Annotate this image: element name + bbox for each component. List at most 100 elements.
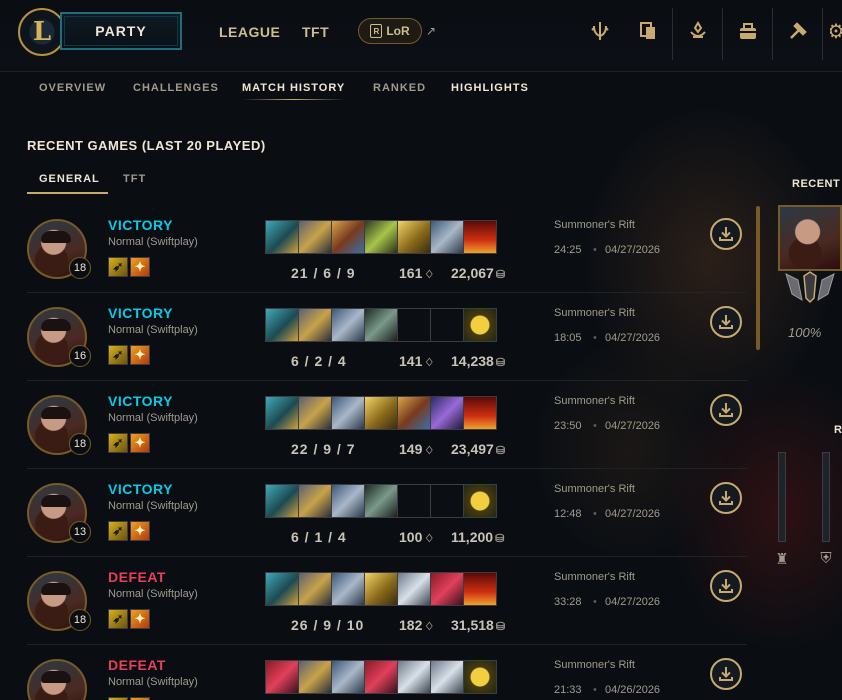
item-slot[interactable]	[364, 220, 398, 254]
separator-dot: •	[593, 332, 597, 344]
gold-value: 14,238	[451, 353, 494, 369]
item-slot[interactable]	[430, 308, 464, 342]
minion-icon: ♢	[424, 445, 435, 457]
crafting-icon[interactable]	[785, 18, 811, 44]
item-slot[interactable]	[397, 396, 431, 430]
item-slot[interactable]	[430, 660, 464, 694]
item-slot[interactable]	[364, 308, 398, 342]
download-replay-button[interactable]	[710, 394, 742, 426]
item-slot[interactable]	[397, 660, 431, 694]
profile-subnav: OVERVIEW CHALLENGES MATCH HISTORY RANKED…	[0, 72, 842, 108]
game-date: 04/27/2026	[605, 596, 661, 608]
nav-divider	[672, 8, 673, 60]
item-slot[interactable]	[463, 660, 497, 694]
game-date: 04/27/2026	[605, 332, 661, 344]
item-slot[interactable]	[331, 396, 365, 430]
match-row[interactable]: 13 VICTORY Normal (Swiftplay) ➶ ✦ 6 / 1 …	[27, 469, 747, 557]
item-slot[interactable]	[463, 572, 497, 606]
match-row[interactable]: 18 DEFEAT Normal (Swiftplay) ➶ ✦ 26 / 9 …	[27, 557, 747, 645]
download-replay-button[interactable]	[710, 218, 742, 250]
item-slot[interactable]	[397, 308, 431, 342]
download-replay-button[interactable]	[710, 482, 742, 514]
ghost-spell-icon: ➶	[108, 521, 128, 541]
item-slot[interactable]	[298, 572, 332, 606]
item-slot[interactable]	[331, 660, 365, 694]
match-result: VICTORY	[108, 217, 173, 233]
collection-icon[interactable]	[635, 18, 661, 44]
settings-icon[interactable]: ⚙	[830, 18, 842, 44]
item-slot[interactable]	[331, 308, 365, 342]
tft-icon[interactable]	[587, 18, 613, 44]
item-slot[interactable]	[265, 484, 299, 518]
loot-icon[interactable]	[685, 18, 711, 44]
item-slot[interactable]	[430, 572, 464, 606]
scrollbar-thumb[interactable]	[756, 206, 760, 350]
minion-icon: ♢	[424, 533, 435, 545]
match-row[interactable]: 18 VICTORY Normal (Swiftplay) ➶ ✦ 21 / 6…	[27, 205, 747, 293]
summoner-spells: ➶ ✦	[108, 257, 150, 277]
champion-portrait	[778, 205, 842, 271]
tab-challenges[interactable]: CHALLENGES	[133, 82, 219, 94]
item-slot[interactable]	[265, 308, 299, 342]
tab-overview[interactable]: OVERVIEW	[39, 82, 106, 94]
download-replay-button[interactable]	[710, 306, 742, 338]
gold-coin-icon: ⛁	[495, 269, 506, 281]
ghost-spell-icon: ➶	[108, 609, 128, 629]
kda: 6 / 1 / 4	[291, 529, 347, 545]
nav-league[interactable]: LEAGUE	[219, 24, 280, 40]
item-slot[interactable]	[463, 220, 497, 254]
item-slot[interactable]	[265, 220, 299, 254]
summoner-spells: ➶ ✦	[108, 345, 150, 365]
item-slot[interactable]	[298, 396, 332, 430]
summoner-spells: ➶ ✦	[108, 521, 150, 541]
item-slot[interactable]	[430, 484, 464, 518]
item-slot[interactable]	[298, 484, 332, 518]
store-icon[interactable]	[735, 18, 761, 44]
item-slot[interactable]	[298, 220, 332, 254]
match-row[interactable]: DEFEAT Normal (Swiftplay) ➶ ✦ Summoner's…	[27, 645, 747, 700]
party-button[interactable]: PARTY	[60, 12, 182, 50]
item-slot[interactable]	[430, 220, 464, 254]
item-slot[interactable]	[298, 308, 332, 342]
item-slot[interactable]	[265, 396, 299, 430]
item-build	[265, 220, 497, 254]
item-slot[interactable]	[463, 396, 497, 430]
league-logo-icon[interactable]: L	[18, 8, 66, 56]
item-slot[interactable]	[430, 396, 464, 430]
tab-general[interactable]: GENERAL	[39, 173, 100, 185]
minion-icon: ♢	[424, 357, 435, 369]
item-slot[interactable]	[265, 660, 299, 694]
item-slot[interactable]	[364, 572, 398, 606]
nav-lor-button[interactable]: R LoR	[358, 18, 422, 44]
match-row[interactable]: 16 VICTORY Normal (Swiftplay) ➶ ✦ 6 / 2 …	[27, 293, 747, 381]
match-row[interactable]: 18 VICTORY Normal (Swiftplay) ➶ ✦ 22 / 9…	[27, 381, 747, 469]
map-name: Summoner's Rift	[554, 659, 635, 671]
item-slot[interactable]	[364, 660, 398, 694]
champion-portrait[interactable]	[27, 659, 87, 700]
champion-level-badge: 18	[69, 433, 91, 455]
game-duration: 18:05	[554, 332, 582, 344]
gold-value: 11,200	[451, 529, 494, 545]
item-slot[interactable]	[397, 220, 431, 254]
tab-ranked[interactable]: RANKED	[373, 82, 426, 94]
top-role-icon: ♜	[775, 551, 789, 568]
item-slot[interactable]	[397, 484, 431, 518]
item-slot[interactable]	[463, 484, 497, 518]
download-replay-button[interactable]	[710, 658, 742, 690]
tab-match-history[interactable]: MATCH HISTORY	[242, 82, 346, 100]
item-slot[interactable]	[298, 660, 332, 694]
tab-highlights[interactable]: HIGHLIGHTS	[451, 82, 529, 94]
nav-tft[interactable]: TFT	[302, 24, 329, 40]
top-navigation: L PARTY LEAGUE TFT R LoR ↗ ⚙	[0, 0, 842, 72]
item-slot[interactable]	[331, 484, 365, 518]
tab-tft-games[interactable]: TFT	[123, 173, 146, 185]
item-slot[interactable]	[331, 572, 365, 606]
item-slot[interactable]	[463, 308, 497, 342]
item-slot[interactable]	[364, 484, 398, 518]
item-slot[interactable]	[397, 572, 431, 606]
item-slot[interactable]	[331, 220, 365, 254]
separator-dot: •	[593, 684, 597, 696]
download-replay-button[interactable]	[710, 570, 742, 602]
item-slot[interactable]	[364, 396, 398, 430]
item-slot[interactable]	[265, 572, 299, 606]
